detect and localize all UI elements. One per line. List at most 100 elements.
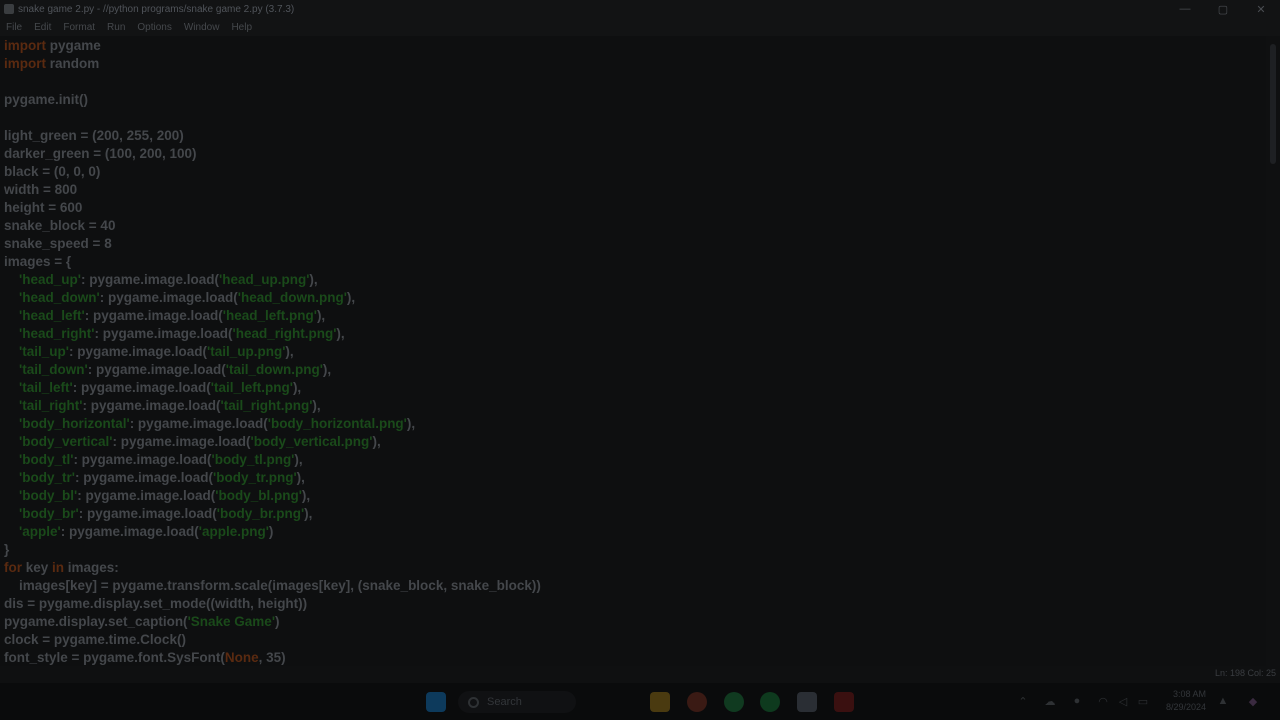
code-token: 'head_down.png' [237,290,347,305]
menu-bar: File Edit Format Run Options Window Help [0,18,1280,36]
menu-edit[interactable]: Edit [28,22,57,33]
volume-muted-icon[interactable]: ◁ [1116,693,1130,709]
menu-file[interactable]: File [0,22,28,33]
code-token: key [22,560,53,575]
code-line[interactable]: import random [4,55,541,73]
code-line[interactable]: import pygame [4,37,541,55]
code-line[interactable]: pygame.init() [4,91,541,109]
code-line[interactable]: 'head_up': pygame.image.load('head_up.pn… [4,271,541,289]
code-line[interactable]: 'body_vertical': pygame.image.load('body… [4,433,541,451]
file-explorer-icon[interactable] [650,692,670,712]
code-line[interactable]: images = { [4,253,541,271]
windows-start-icon[interactable] [426,692,446,712]
code-token: 'body_bl.png' [215,488,302,503]
code-token: font_style = pygame.font.SysFont( [4,650,225,665]
wifi-icon[interactable]: ◠ [1096,693,1110,709]
code-line[interactable]: 'tail_down': pygame.image.load('tail_dow… [4,361,541,379]
code-token: 'body_horizontal.png' [267,416,407,431]
code-line[interactable]: 'tail_up': pygame.image.load('tail_up.pn… [4,343,541,361]
code-line[interactable] [4,109,541,127]
chevron-up-icon[interactable]: ⌃ [1016,693,1030,709]
code-line[interactable]: 'body_tl': pygame.image.load('body_tl.pn… [4,451,541,469]
code-text[interactable]: import pygame import random pygame.init()… [4,37,541,666]
copilot-icon[interactable]: ◆ [1244,693,1262,709]
code-line[interactable]: for key in images: [4,559,541,577]
code-line[interactable]: clock = pygame.time.Clock() [4,631,541,649]
microphone-icon[interactable]: ● [1070,693,1084,709]
code-token: 'head_up.png' [219,272,310,287]
taskbar-clock[interactable]: 3:08 AM 8/29/2024 [1160,688,1206,714]
code-line[interactable]: 'tail_left': pygame.image.load('tail_lef… [4,379,541,397]
recorder-icon[interactable] [834,692,854,712]
code-line[interactable]: 'tail_right': pygame.image.load('tail_ri… [4,397,541,415]
code-token: : pygame.image.load( [77,488,216,503]
code-token: images = { [4,254,72,269]
menu-options[interactable]: Options [131,22,177,33]
code-line[interactable]: black = (0, 0, 0) [4,163,541,181]
code-token: 'body_vertical' [19,434,113,449]
spotify-icon[interactable] [760,692,780,712]
code-line[interactable]: images[key] = pygame.transform.scale(ima… [4,577,541,595]
notification-bell-icon[interactable]: ▲ [1216,693,1230,709]
taskbar: Search ⌃ ☁ ● ◠ ◁ ▭ 3:08 AM 8/29/2024 ▲ ◆ [0,683,1280,720]
taskbar-search[interactable]: Search [458,691,576,713]
battery-icon[interactable]: ▭ [1136,693,1150,709]
code-line[interactable]: 'apple': pygame.image.load('apple.png') [4,523,541,541]
code-line[interactable]: 'body_horizontal': pygame.image.load('bo… [4,415,541,433]
code-token: darker_green = (100, 200, 100) [4,146,197,161]
code-line[interactable]: 'body_br': pygame.image.load('body_br.pn… [4,505,541,523]
search-icon [468,696,479,708]
code-line[interactable]: snake_block = 40 [4,217,541,235]
vertical-scrollbar[interactable] [1266,36,1280,666]
python-idle-icon[interactable] [797,692,817,712]
code-line[interactable]: darker_green = (100, 200, 100) [4,145,541,163]
code-line[interactable]: snake_speed = 8 [4,235,541,253]
menu-run[interactable]: Run [101,22,131,33]
menu-format[interactable]: Format [57,22,101,33]
code-token: black = (0, 0, 0) [4,164,101,179]
close-button[interactable]: ✕ [1242,0,1280,18]
title-bar: snake game 2.py - //python programs/snak… [0,0,1280,18]
code-line[interactable]: 'head_left': pygame.image.load('head_lef… [4,307,541,325]
chrome-icon[interactable] [687,692,707,712]
code-token: import [4,38,46,53]
code-line[interactable]: width = 800 [4,181,541,199]
code-line[interactable]: light_green = (200, 255, 200) [4,127,541,145]
whatsapp-icon[interactable] [724,692,744,712]
code-token: 'body_horizontal' [19,416,130,431]
code-token: None [224,650,259,665]
minimize-button[interactable]: — [1166,0,1204,18]
code-line[interactable]: height = 600 [4,199,541,217]
code-line[interactable]: 'head_right': pygame.image.load('head_ri… [4,325,541,343]
clock-date: 8/29/2024 [1165,702,1206,712]
menu-help[interactable]: Help [225,22,258,33]
code-line[interactable] [4,73,541,91]
scrollbar-thumb[interactable] [1270,44,1276,164]
code-line[interactable]: 'body_tr': pygame.image.load('body_tr.pn… [4,469,541,487]
code-token: 'tail_down' [19,362,88,377]
cloud-icon[interactable]: ☁ [1042,693,1058,709]
code-line[interactable]: } [4,541,541,559]
code-token: for [4,560,22,575]
code-line[interactable]: 'head_down': pygame.image.load('head_dow… [4,289,541,307]
code-token: width = 800 [4,182,78,197]
code-line[interactable]: dis = pygame.display.set_mode((width, he… [4,595,541,613]
code-editor[interactable]: import pygame import random pygame.init()… [0,36,1266,666]
code-token: pygame.init() [4,92,89,107]
code-token: : pygame.image.load( [129,416,268,431]
code-line[interactable]: pygame.display.set_caption('Snake Game') [4,613,541,631]
maximize-button[interactable]: ▢ [1204,0,1242,18]
code-token: in [52,560,65,575]
code-line[interactable]: 'body_bl': pygame.image.load('body_bl.pn… [4,487,541,505]
code-token: ), [322,362,332,377]
code-token: 'head_left' [19,308,85,323]
code-line[interactable]: font_style = pygame.font.SysFont(None, 3… [4,649,541,666]
menu-window[interactable]: Window [178,22,226,33]
code-token: 'Snake Game' [187,614,276,629]
